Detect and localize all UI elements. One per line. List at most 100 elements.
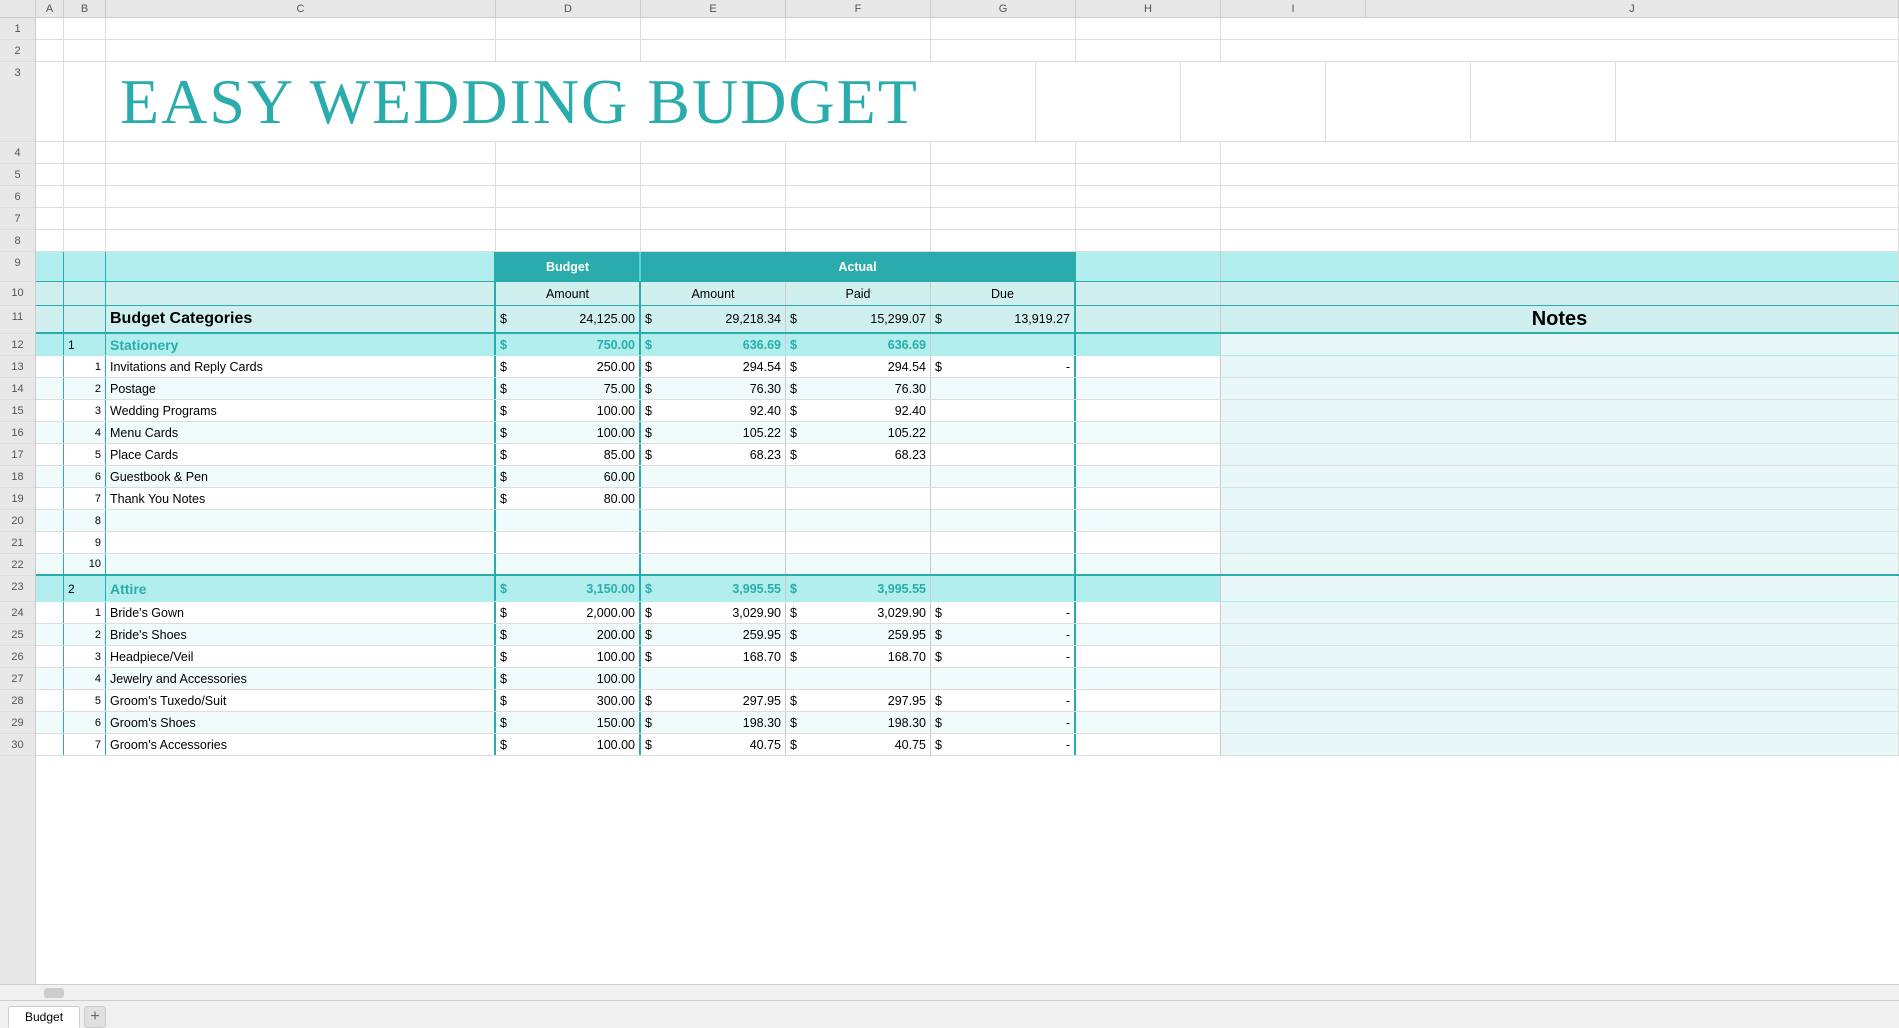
cell-1g — [931, 18, 1076, 39]
col-header-e: E — [641, 0, 786, 17]
row-28: 5 Groom's Tuxedo/Suit $300.00 $297.95 $2… — [36, 690, 1899, 712]
row-num-3: 3 — [0, 62, 35, 142]
cell-9c — [106, 252, 496, 281]
cell-23-attire: Attire — [106, 576, 496, 601]
cell-1f — [786, 18, 931, 39]
cell-3f — [1181, 62, 1326, 141]
cell-1h — [1076, 18, 1221, 39]
cell-24-name: Bride's Gown — [106, 602, 496, 623]
row-29: 6 Groom's Shoes $150.00 $198.30 $198.30 … — [36, 712, 1899, 734]
cell-11-paid-total: $ 15,299.07 — [786, 306, 931, 332]
row-5 — [36, 164, 1899, 186]
cell-12-stationery: Stationery — [106, 334, 496, 355]
cell-12-due — [931, 334, 1076, 355]
row-num-12: 12 — [0, 334, 35, 356]
actual-amount-label: Amount — [691, 287, 734, 301]
cell-3-title: EASY WEDDING BUDGET — [106, 62, 1036, 141]
col-header-h: H — [1076, 0, 1221, 17]
cell-12b: 1 — [64, 334, 106, 355]
row-num-22: 22 — [0, 554, 35, 576]
cell-25-name: Bride's Shoes — [106, 624, 496, 645]
row-num-18: 18 — [0, 466, 35, 488]
cell-3a — [36, 62, 64, 141]
row-num-15: 15 — [0, 400, 35, 422]
row-num-5: 5 — [0, 164, 35, 186]
budget-header-label: Budget — [546, 260, 589, 274]
cell-2c — [106, 40, 496, 61]
row-24: 1 Bride's Gown $2,000.00 $3,029.90 $3,02… — [36, 602, 1899, 624]
total-due-amount: 13,919.27 — [946, 312, 1070, 326]
cell-11-categories: Budget Categories — [106, 306, 496, 332]
row-num-17: 17 — [0, 444, 35, 466]
row-1 — [36, 18, 1899, 40]
row-num-6: 6 — [0, 186, 35, 208]
row-num-7: 7 — [0, 208, 35, 230]
col-header-b: B — [64, 0, 106, 17]
scroll-thumb[interactable] — [44, 988, 64, 998]
col-header-d: D — [496, 0, 641, 17]
row-17: 5 Place Cards $85.00 $68.23 $68.23 — [36, 444, 1899, 466]
cell-10-budget-amount: Amount — [496, 282, 641, 305]
cell-12-actual: $ 636.69 — [641, 334, 786, 355]
cell-18-name: Guestbook & Pen — [106, 466, 496, 487]
row-18: 6 Guestbook & Pen $60.00 — [36, 466, 1899, 488]
row-2 — [36, 40, 1899, 62]
cell-1e — [641, 18, 786, 39]
row-21: 9 — [36, 532, 1899, 554]
row-num-8: 8 — [0, 230, 35, 252]
cell-10-due: Due — [931, 282, 1076, 305]
row-15: 3 Wedding Programs $100.00 $92.40 $92.40 — [36, 400, 1899, 422]
row-4 — [36, 142, 1899, 164]
row-num-30: 30 — [0, 734, 35, 756]
row-num-28: 28 — [0, 690, 35, 712]
cell-29-name: Groom's Shoes — [106, 712, 496, 733]
due-label: Due — [991, 287, 1014, 301]
total-paid-amount: 15,299.07 — [801, 312, 926, 326]
categories-label: Budget Categories — [110, 310, 252, 328]
cell-9d-budget: Budget — [496, 252, 641, 281]
budget-amount-label: Amount — [546, 287, 589, 301]
row-16: 4 Menu Cards $100.00 $105.22 $105.22 — [36, 422, 1899, 444]
cell-11-notes: Notes — [1221, 306, 1899, 332]
row-25: 2 Bride's Shoes $200.00 $259.95 $259.95 … — [36, 624, 1899, 646]
cell-30-name: Groom's Accessories — [106, 734, 496, 755]
row-num-20: 20 — [0, 510, 35, 532]
col-header-f: F — [786, 0, 931, 17]
col-header-g: G — [931, 0, 1076, 17]
cell-13-due: $- — [931, 356, 1076, 377]
corner-cell — [0, 0, 36, 17]
row-19: 7 Thank You Notes $80.00 — [36, 488, 1899, 510]
tab-budget[interactable]: Budget — [8, 1006, 80, 1028]
row-num-14: 14 — [0, 378, 35, 400]
row-8 — [36, 230, 1899, 252]
actual-header-label: Actual — [838, 260, 876, 274]
row-num-4: 4 — [0, 142, 35, 164]
col-header-c: C — [106, 0, 496, 17]
row-14: 2 Postage $75.00 $76.30 $76.30 — [36, 378, 1899, 400]
row-7 — [36, 208, 1899, 230]
tab-add-button[interactable]: + — [84, 1006, 106, 1028]
cell-3h — [1471, 62, 1616, 141]
row-num-29: 29 — [0, 712, 35, 734]
cell-9b — [64, 252, 106, 281]
row-10-subheader: Amount Amount Paid Due — [36, 282, 1899, 306]
tab-budget-label: Budget — [25, 1010, 63, 1024]
cell-14-name: Postage — [106, 378, 496, 399]
spreadsheet: A B C D E F G H I J 1 2 3 4 5 6 7 8 9 10… — [0, 0, 1899, 1028]
cell-11-actual-total: $ 29,218.34 — [641, 306, 786, 332]
cell-2h — [1076, 40, 1221, 61]
col-header-i: I — [1221, 0, 1366, 17]
cell-3g — [1326, 62, 1471, 141]
row-numbers: 1 2 3 4 5 6 7 8 9 10 11 12 13 14 15 16 1… — [0, 18, 36, 984]
row-30: 7 Groom's Accessories $100.00 $40.75 $40… — [36, 734, 1899, 756]
cell-9h — [1076, 252, 1221, 281]
cell-1a — [36, 18, 64, 39]
cell-26-name: Headpiece/Veil — [106, 646, 496, 667]
cell-3b — [64, 62, 106, 141]
scroll-bar[interactable] — [0, 984, 1899, 1000]
cell-15-name: Wedding Programs — [106, 400, 496, 421]
row-6 — [36, 186, 1899, 208]
cell-9-actual: Actual — [641, 252, 1076, 281]
cell-2b — [64, 40, 106, 61]
cell-9notes — [1221, 252, 1899, 281]
